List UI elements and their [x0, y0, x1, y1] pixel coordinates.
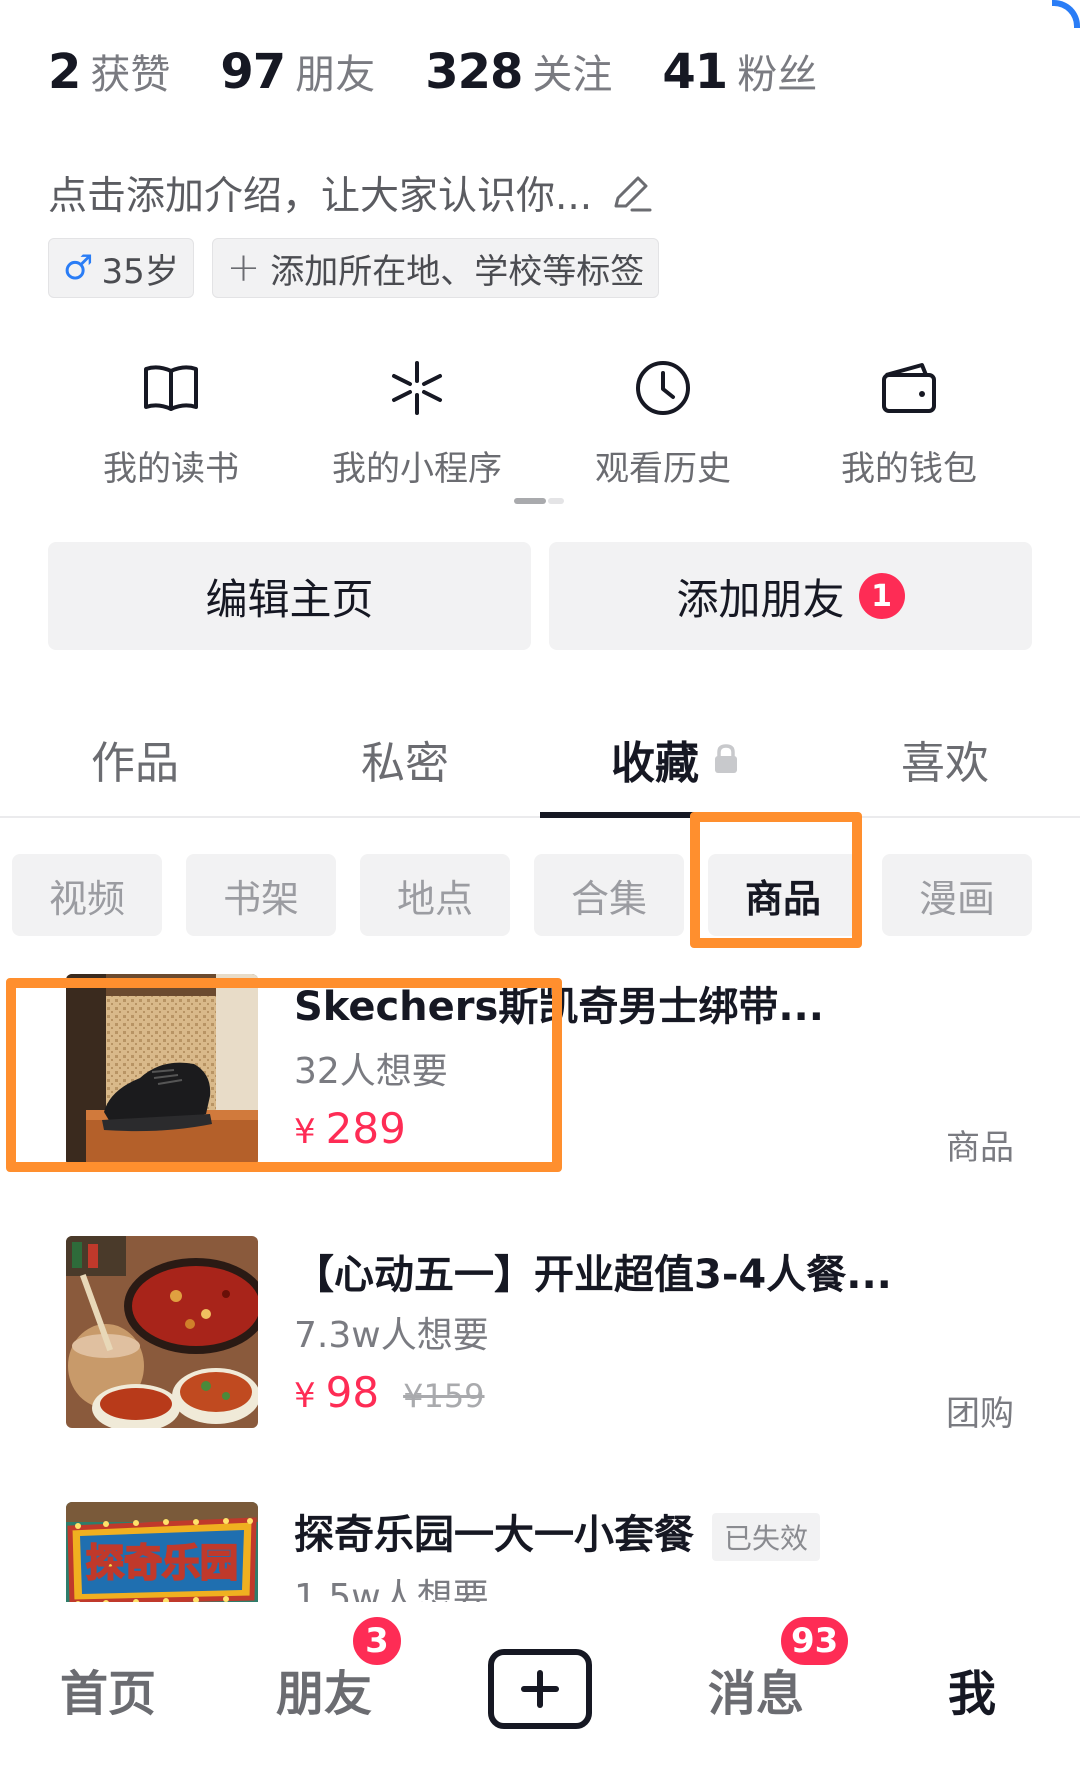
shortcut-row: 我的读书 我的小程序 观看历史 我的钱包 — [0, 355, 1080, 490]
edit-profile-label: 编辑主页 — [205, 574, 374, 624]
plus-icon: + — [226, 245, 261, 291]
product-title: 探奇乐园一大一小套餐 已失效 — [294, 1502, 821, 1561]
currency-symbol: ¥ — [294, 1376, 316, 1416]
bio-row[interactable]: 点击添加介绍，让大家认识你... — [48, 165, 654, 221]
chip-comics[interactable]: 漫画 — [882, 854, 1032, 936]
chip-collections[interactable]: 合集 — [534, 854, 684, 936]
nav-friends[interactable]: 朋友 3 — [216, 1614, 432, 1724]
stat-friends[interactable]: 97 朋友 — [220, 42, 375, 100]
tab-label: 私密 — [361, 738, 449, 789]
chip-bookshelf[interactable]: 书架 — [186, 854, 336, 936]
nav-messages[interactable]: 消息 93 — [648, 1614, 864, 1724]
clock-icon — [636, 361, 690, 415]
create-button[interactable] — [488, 1649, 592, 1729]
wallet-icon — [882, 363, 936, 413]
chip-videos[interactable]: 视频 — [12, 854, 162, 936]
tab-label: 喜欢 — [901, 738, 989, 789]
notification-badge: 1 — [858, 573, 905, 619]
nav-home[interactable]: 首页 — [0, 1654, 216, 1724]
plus-icon — [521, 1670, 559, 1708]
tab-label: 收藏 — [611, 738, 699, 789]
profile-tags: ♂ 35岁 + 添加所在地、学校等标签 — [48, 238, 660, 298]
highlight-box-chip — [690, 812, 862, 948]
price-value: 98 — [325, 1368, 380, 1417]
original-price: ¥159 — [403, 1377, 485, 1415]
shortcut-wallet[interactable]: 我的钱包 — [786, 355, 1032, 490]
edit-pencil-icon — [614, 176, 652, 212]
shortcut-label: 我的读书 — [103, 449, 239, 489]
shortcut-label: 观看历史 — [595, 449, 731, 489]
add-friend-label: 添加朋友 — [676, 574, 845, 624]
stat-following[interactable]: 328 关注 — [425, 42, 612, 100]
content-tabs: 作品 私密 收藏 喜欢 — [0, 720, 1080, 818]
expired-badge: 已失效 — [712, 1513, 821, 1561]
stat-likes[interactable]: 2 获赞 — [48, 42, 170, 100]
stat-label: 朋友 — [295, 52, 376, 98]
tab-private[interactable]: 私密 — [270, 720, 540, 816]
stat-label: 获赞 — [90, 52, 171, 98]
highlight-box-product — [6, 978, 562, 1172]
stat-label: 关注 — [532, 52, 613, 98]
nav-label: 消息 — [707, 1666, 804, 1722]
product-type-label: 团购 — [946, 1394, 1014, 1434]
product-title: 【心动五一】开业超值3-4人餐... — [294, 1252, 892, 1298]
nav-label: 首页 — [59, 1666, 156, 1722]
bottom-navigation: 首页 朋友 3 消息 93 我 — [0, 1602, 1080, 1776]
profile-stats: 2 获赞 97 朋友 328 关注 41 粉丝 — [48, 42, 817, 100]
bio-text: 点击添加介绍，让大家认识你... — [48, 174, 593, 219]
messages-badge: 93 — [778, 1614, 852, 1668]
tab-likes[interactable]: 喜欢 — [810, 720, 1080, 816]
nav-label: 朋友 — [275, 1666, 372, 1722]
stat-label: 粉丝 — [737, 52, 818, 98]
nav-create[interactable] — [432, 1649, 648, 1729]
filter-chips: 视频 书架 地点 合集 商品 漫画 — [12, 854, 1032, 936]
shortcut-label: 我的钱包 — [841, 449, 977, 489]
stat-number: 97 — [220, 44, 286, 100]
age-tag[interactable]: ♂ 35岁 — [48, 238, 194, 298]
nav-me[interactable]: 我 — [864, 1654, 1080, 1724]
add-friend-button[interactable]: 添加朋友 1 — [549, 542, 1032, 650]
tab-label: 作品 — [91, 738, 179, 789]
stat-followers[interactable]: 41 粉丝 — [662, 42, 817, 100]
edit-profile-button[interactable]: 编辑主页 — [48, 542, 531, 650]
image-text: 探奇乐园 — [86, 1541, 238, 1585]
corner-accent — [1052, 0, 1080, 28]
product-item[interactable]: 【心动五一】开业超值3-4人餐... 7.3w人想要 ¥98 ¥159 团购 — [0, 1236, 1080, 1436]
page-indicator — [514, 498, 564, 504]
product-image-hotpot — [66, 1236, 258, 1428]
product-type-label: 商品 — [946, 1128, 1014, 1168]
book-icon — [144, 365, 198, 411]
friends-badge: 3 — [350, 1614, 404, 1668]
stat-number: 41 — [662, 44, 728, 100]
stat-number: 2 — [48, 44, 81, 100]
product-item[interactable]: 探奇乐园 探奇乐园一大一小套餐 已失效 1.5w人想要 — [0, 1498, 1080, 1602]
chip-places[interactable]: 地点 — [360, 854, 510, 936]
shortcut-label: 我的小程序 — [332, 449, 502, 489]
product-image-park: 探奇乐园 — [66, 1502, 258, 1602]
add-tag-button[interactable]: + 添加所在地、学校等标签 — [211, 238, 660, 298]
tab-works[interactable]: 作品 — [0, 720, 270, 816]
product-price: ¥98 ¥159 — [294, 1368, 485, 1417]
miniprogram-icon — [392, 361, 442, 415]
stat-number: 328 — [425, 44, 523, 100]
shortcut-reading[interactable]: 我的读书 — [48, 355, 294, 490]
product-title-text: 探奇乐园一大一小套餐 — [294, 1512, 694, 1558]
product-want-count: 7.3w人想要 — [294, 1315, 489, 1356]
shortcut-history[interactable]: 观看历史 — [540, 355, 786, 490]
male-icon: ♂ — [63, 248, 94, 288]
product-want-count: 1.5w人想要 — [294, 1577, 489, 1602]
shortcut-miniprogram[interactable]: 我的小程序 — [294, 355, 540, 490]
profile-actions: 编辑主页 添加朋友 1 — [48, 542, 1032, 650]
age-label: 35岁 — [101, 251, 179, 292]
nav-label: 我 — [947, 1666, 996, 1722]
add-tag-label: 添加所在地、学校等标签 — [270, 251, 645, 292]
tab-favorites[interactable]: 收藏 — [540, 720, 810, 818]
lock-icon — [715, 744, 737, 773]
